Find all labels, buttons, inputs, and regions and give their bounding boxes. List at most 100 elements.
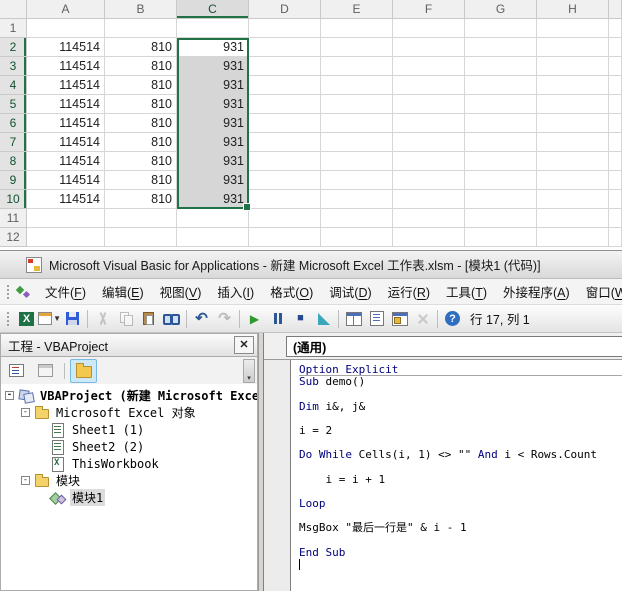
row-header-8[interactable]: 8 [0, 152, 27, 171]
cell-E7[interactable] [321, 133, 393, 152]
cell-H4[interactable] [537, 76, 609, 95]
toggle-folders-button[interactable] [70, 358, 97, 383]
cell-stub-2[interactable] [609, 38, 622, 57]
cell-D7[interactable] [249, 133, 321, 152]
cell-H2[interactable] [537, 38, 609, 57]
cell-H9[interactable] [537, 171, 609, 190]
vba-titlebar[interactable]: Microsoft Visual Basic for Applications … [0, 251, 622, 279]
cell-F7[interactable] [393, 133, 465, 152]
design-mode-button[interactable] [312, 308, 335, 330]
cell-F4[interactable] [393, 76, 465, 95]
tree-item-模块[interactable]: - 模块 [5, 472, 257, 489]
cell-C12[interactable] [177, 228, 249, 247]
menu-item-f[interactable]: 文件(F) [37, 279, 94, 304]
cell-B12[interactable] [105, 228, 177, 247]
cell-F8[interactable] [393, 152, 465, 171]
cell-G6[interactable] [465, 114, 537, 133]
tree-item-ThisWorkbook[interactable]: ThisWorkbook [5, 455, 257, 472]
cell-D10[interactable] [249, 190, 321, 209]
cell-C8[interactable]: 931 [177, 152, 249, 171]
break-button[interactable] [266, 308, 289, 330]
cell-E10[interactable] [321, 190, 393, 209]
cell-B4[interactable]: 810 [105, 76, 177, 95]
cell-F11[interactable] [393, 209, 465, 228]
cell-A7[interactable]: 114514 [27, 133, 105, 152]
code-editor[interactable]: Option Explicit Sub demo() Dim i&, j& i = 2… [291, 360, 622, 591]
cell-E11[interactable] [321, 209, 393, 228]
cell-D8[interactable] [249, 152, 321, 171]
cell-A11[interactable] [27, 209, 105, 228]
column-header-C[interactable]: C [177, 0, 249, 19]
cell-D1[interactable] [249, 19, 321, 38]
fill-handle[interactable] [243, 203, 251, 211]
cell-A5[interactable]: 114514 [27, 95, 105, 114]
cell-A8[interactable]: 114514 [27, 152, 105, 171]
row-header-5[interactable]: 5 [0, 95, 27, 114]
undo-button[interactable]: ↶ [190, 308, 213, 330]
expander-icon[interactable]: - [21, 408, 30, 417]
cell-G8[interactable] [465, 152, 537, 171]
cell-C7[interactable]: 931 [177, 133, 249, 152]
cell-A12[interactable] [27, 228, 105, 247]
cell-H8[interactable] [537, 152, 609, 171]
cell-F5[interactable] [393, 95, 465, 114]
run-button[interactable]: ▶ [243, 308, 266, 330]
row-header-7[interactable]: 7 [0, 133, 27, 152]
cell-stub-4[interactable] [609, 76, 622, 95]
menu-item-d[interactable]: 调试(D) [321, 279, 379, 304]
cell-B11[interactable] [105, 209, 177, 228]
cell-F2[interactable] [393, 38, 465, 57]
cell-F3[interactable] [393, 57, 465, 76]
menu-item-w[interactable]: 窗口(W) [578, 279, 622, 304]
cell-A2[interactable]: 114514 [27, 38, 105, 57]
cell-F6[interactable] [393, 114, 465, 133]
tree-item-VBAProject新建Microsof[interactable]: - VBAProject (新建 Microsoft Excel 工作表.xlsm… [5, 387, 257, 404]
cell-E1[interactable] [321, 19, 393, 38]
cell-E8[interactable] [321, 152, 393, 171]
cell-F12[interactable] [393, 228, 465, 247]
column-header-G[interactable]: G [465, 0, 537, 19]
help-button[interactable]: ? [441, 308, 464, 330]
cell-B2[interactable]: 810 [105, 38, 177, 57]
tree-item-模块1[interactable]: 模块1 [5, 489, 257, 506]
cell-stub-11[interactable] [609, 209, 622, 228]
cell-E3[interactable] [321, 57, 393, 76]
cell-stub-9[interactable] [609, 171, 622, 190]
expander-icon[interactable]: - [5, 391, 14, 400]
tree-item-Sheet22[interactable]: Sheet2 (2) [5, 438, 257, 455]
cell-G7[interactable] [465, 133, 537, 152]
tree-item-MicrosoftExcel对象[interactable]: - Microsoft Excel 对象 [5, 404, 257, 421]
select-all-corner[interactable] [0, 0, 27, 19]
column-header-F[interactable]: F [393, 0, 465, 19]
project-explorer-button[interactable] [342, 308, 365, 330]
cell-H11[interactable] [537, 209, 609, 228]
cell-C2[interactable]: 931 [177, 38, 249, 57]
cell-C10[interactable]: 931 [177, 190, 249, 209]
cell-G10[interactable] [465, 190, 537, 209]
menu-item-r[interactable]: 运行(R) [380, 279, 438, 304]
cell-stub-5[interactable] [609, 95, 622, 114]
cell-H7[interactable] [537, 133, 609, 152]
tree-item-Sheet11[interactable]: Sheet1 (1) [5, 421, 257, 438]
cell-H12[interactable] [537, 228, 609, 247]
cell-D5[interactable] [249, 95, 321, 114]
cell-A4[interactable]: 114514 [27, 76, 105, 95]
toolbar-grip[interactable] [6, 310, 11, 327]
cell-H3[interactable] [537, 57, 609, 76]
cell-A3[interactable]: 114514 [27, 57, 105, 76]
cell-E4[interactable] [321, 76, 393, 95]
cell-D12[interactable] [249, 228, 321, 247]
project-panel-header[interactable]: 工程 - VBAProject ✕ [0, 333, 258, 357]
toolbar-overflow-button[interactable]: ▾ [243, 358, 255, 383]
cell-F10[interactable] [393, 190, 465, 209]
column-header-stub[interactable] [609, 0, 622, 19]
row-header-1[interactable]: 1 [0, 19, 27, 38]
cell-B3[interactable]: 810 [105, 57, 177, 76]
cell-G12[interactable] [465, 228, 537, 247]
cell-G3[interactable] [465, 57, 537, 76]
cell-E6[interactable] [321, 114, 393, 133]
cell-stub-12[interactable] [609, 228, 622, 247]
cell-E5[interactable] [321, 95, 393, 114]
cell-G1[interactable] [465, 19, 537, 38]
row-header-2[interactable]: 2 [0, 38, 27, 57]
